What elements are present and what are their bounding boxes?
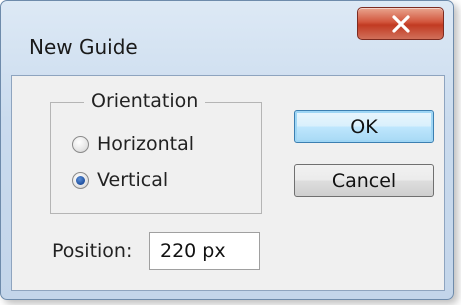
cancel-button[interactable]: Cancel: [294, 164, 434, 197]
radio-horizontal-label[interactable]: Horizontal: [97, 133, 194, 155]
orientation-legend: Orientation: [84, 89, 206, 113]
radio-vertical-indicator[interactable]: [72, 171, 89, 189]
close-icon: [392, 15, 410, 33]
new-guide-dialog: New Guide Orientation Horizontal Vertica…: [0, 0, 454, 300]
position-label: Position:: [52, 240, 133, 262]
close-button[interactable]: [357, 7, 444, 40]
radio-horizontal[interactable]: Horizontal: [72, 131, 194, 157]
ok-button[interactable]: OK: [294, 110, 434, 143]
orientation-group: Orientation Horizontal Vertical: [50, 89, 262, 214]
dialog-title: New Guide: [29, 35, 138, 59]
dialog-body: Orientation Horizontal Vertical OK Cance…: [11, 75, 445, 291]
radio-horizontal-indicator[interactable]: [72, 135, 89, 153]
position-input[interactable]: 220 px: [149, 232, 260, 270]
radio-vertical-label[interactable]: Vertical: [97, 169, 168, 191]
radio-vertical[interactable]: Vertical: [72, 167, 168, 193]
